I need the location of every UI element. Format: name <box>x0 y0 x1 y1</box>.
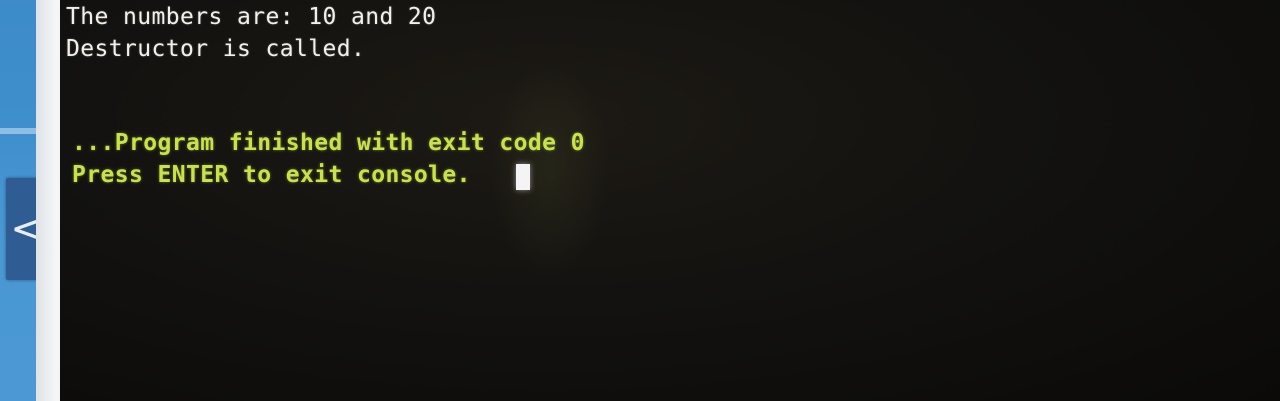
console-output[interactable]: The numbers are: 10 and 20 Destructor is… <box>60 0 1280 401</box>
exit-prompt-line: Press ENTER to exit console. <box>72 162 471 188</box>
text-cursor <box>516 164 530 190</box>
console-line: Destructor is called. <box>66 36 366 62</box>
screen-glare <box>490 60 610 280</box>
panel-divider <box>0 128 40 134</box>
console-line: The numbers are: 10 and 20 <box>66 4 437 30</box>
screen: < The numbers are: 10 and 20 Destructor … <box>0 0 1280 401</box>
exit-status-line: ...Program finished with exit code 0 <box>72 130 585 156</box>
